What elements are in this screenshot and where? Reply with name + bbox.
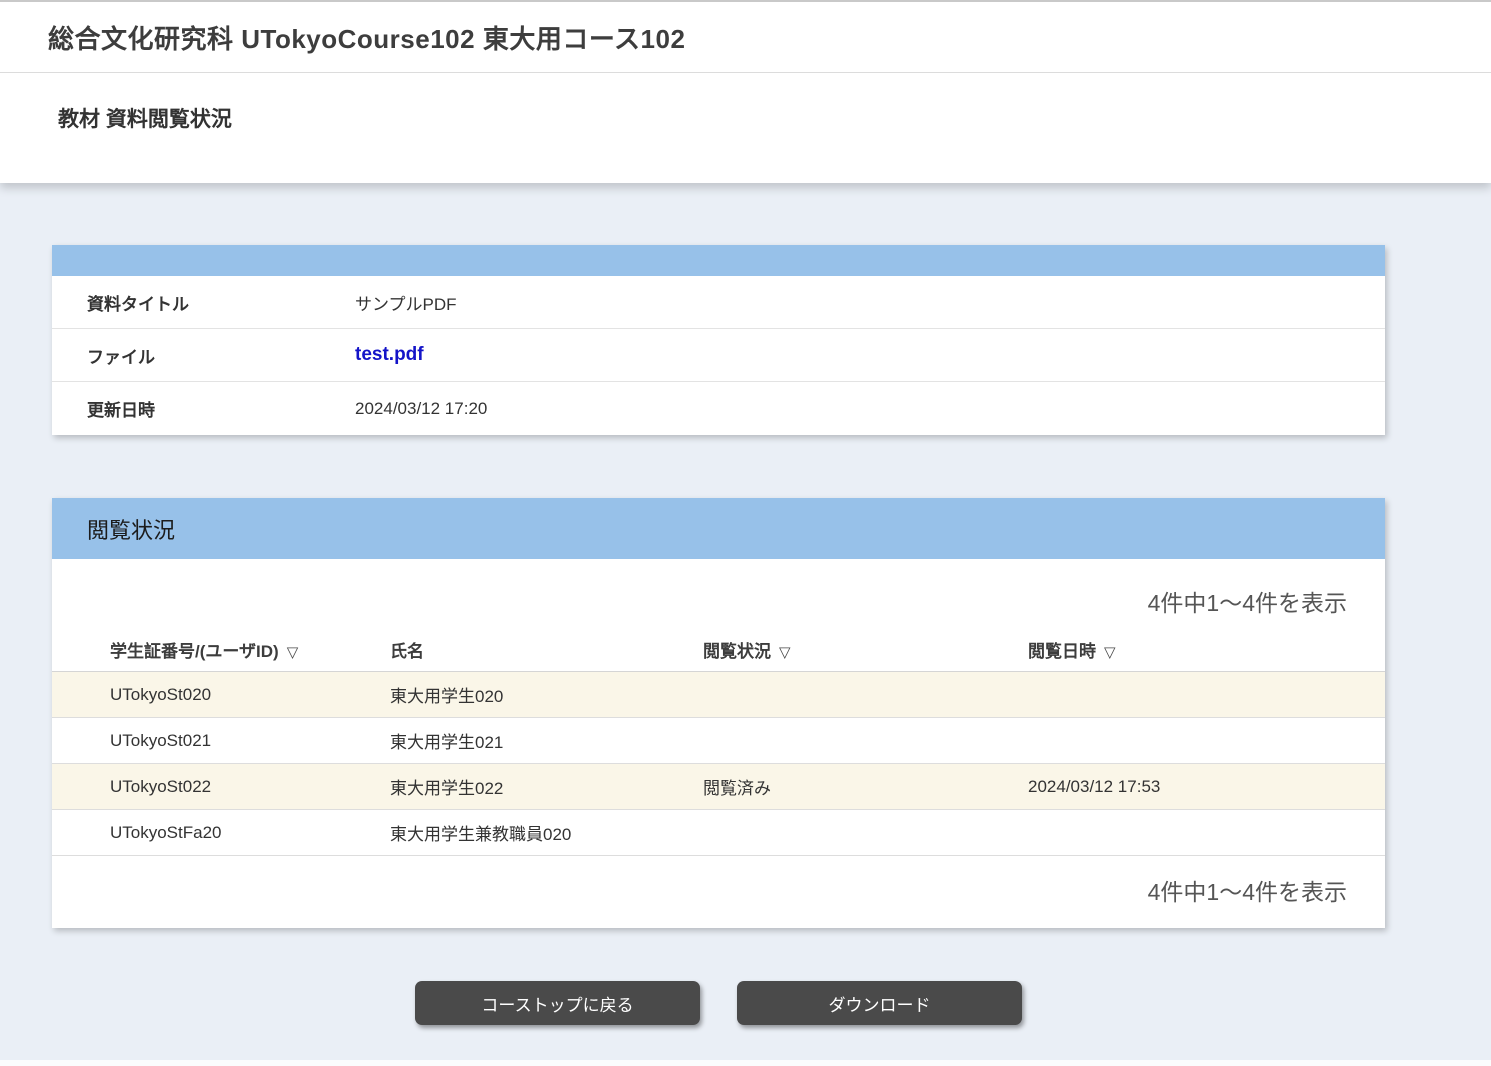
back-to-course-top-button[interactable]: コーストップに戻る (415, 981, 700, 1025)
download-button[interactable]: ダウンロード (737, 981, 1022, 1025)
cell-name: 東大用学生020 (390, 682, 703, 707)
material-file-row: ファイル test.pdf (52, 329, 1385, 382)
sort-icon[interactable]: ▽ (1104, 643, 1116, 661)
material-info-panel: 資料タイトル サンプルPDF ファイル test.pdf 更新日時 2024/0… (52, 245, 1385, 435)
cell-name: 東大用学生021 (390, 728, 703, 753)
cell-user-id: UTokyoSt022 (52, 777, 390, 797)
section-title-bar: 閲覧状況 (52, 498, 1385, 559)
page-title: 教材 資料閲覧状況 (0, 73, 1491, 183)
table-row: UTokyoStFa20 東大用学生兼教職員020 (52, 810, 1385, 856)
sort-icon[interactable]: ▽ (287, 643, 299, 661)
section-title: 閲覧状況 (87, 513, 175, 545)
bottom-strip (0, 1060, 1491, 1066)
cell-name: 東大用学生兼教職員020 (390, 820, 703, 845)
column-header-user-id[interactable]: 学生証番号/(ユーザID)▽ (52, 637, 390, 662)
pagination-info-top: 4件中1〜4件を表示 (52, 559, 1385, 628)
table-row: UTokyoSt020 東大用学生020 (52, 672, 1385, 718)
file-link[interactable]: test.pdf (355, 344, 424, 366)
table-row: UTokyoSt021 東大用学生021 (52, 718, 1385, 764)
page-header: 総合文化研究科 UTokyoCourse102 東大用コース102 教材 資料閲… (0, 0, 1491, 183)
material-updated-label: 更新日時 (52, 396, 355, 421)
course-header-title: 総合文化研究科 UTokyoCourse102 東大用コース102 (0, 2, 1491, 73)
action-buttons-row: コーストップに戻る ダウンロード (52, 981, 1385, 1025)
cell-status: 閲覧済み (703, 774, 1028, 799)
table-row: UTokyoSt022 東大用学生022 閲覧済み 2024/03/12 17:… (52, 764, 1385, 810)
cell-user-id: UTokyoStFa20 (52, 823, 390, 843)
material-updated-value: 2024/03/12 17:20 (355, 399, 487, 419)
pagination-info-bottom: 4件中1〜4件を表示 (52, 856, 1385, 928)
cell-name: 東大用学生022 (390, 774, 703, 799)
column-header-status[interactable]: 閲覧状況▽ (703, 637, 1028, 662)
column-header-viewed-at[interactable]: 閲覧日時▽ (1028, 637, 1385, 662)
cell-viewed-at: 2024/03/12 17:53 (1028, 777, 1385, 797)
material-title-value: サンプルPDF (355, 290, 457, 315)
column-header-name: 氏名 (390, 637, 703, 662)
material-updated-row: 更新日時 2024/03/12 17:20 (52, 382, 1385, 435)
material-title-row: 資料タイトル サンプルPDF (52, 276, 1385, 329)
cell-user-id: UTokyoSt021 (52, 731, 390, 751)
main-content: 資料タイトル サンプルPDF ファイル test.pdf 更新日時 2024/0… (0, 245, 1491, 1025)
material-title-label: 資料タイトル (52, 290, 355, 315)
table-header-row: 学生証番号/(ユーザID)▽ 氏名 閲覧状況▽ 閲覧日時▽ (52, 628, 1385, 672)
material-file-label: ファイル (52, 343, 355, 368)
sort-icon[interactable]: ▽ (779, 643, 791, 661)
cell-user-id: UTokyoSt020 (52, 685, 390, 705)
panel-accent-bar (52, 245, 1385, 276)
viewing-status-panel: 閲覧状況 4件中1〜4件を表示 学生証番号/(ユーザID)▽ 氏名 閲覧状況▽ … (52, 498, 1385, 928)
